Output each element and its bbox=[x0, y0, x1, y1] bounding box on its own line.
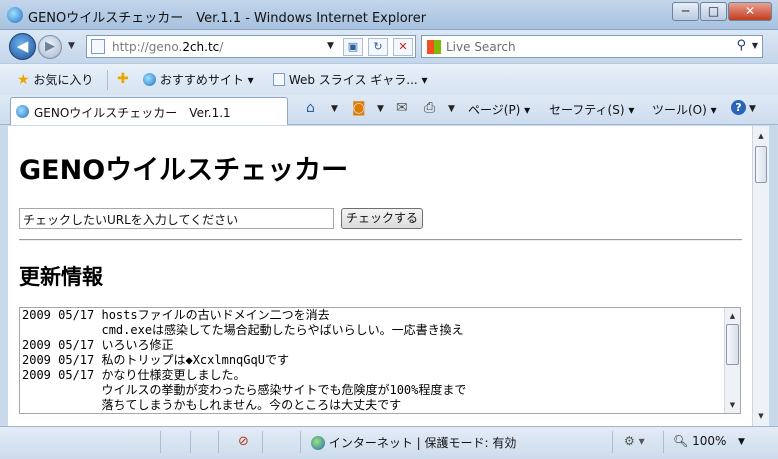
internet-zone-icon bbox=[311, 436, 325, 450]
divider bbox=[160, 431, 161, 453]
divider bbox=[612, 431, 613, 453]
url-input[interactable]: チェックしたいURLを入力してください bbox=[19, 208, 334, 229]
title-bar: GENOウイルスチェッカー Ver.1.1 - Windows Internet… bbox=[0, 0, 778, 30]
news-scroll-thumb[interactable] bbox=[726, 324, 739, 365]
divider bbox=[663, 431, 664, 453]
help-icon[interactable]: ? bbox=[731, 100, 746, 115]
ie-page-icon bbox=[143, 73, 156, 86]
back-button[interactable]: ◀ bbox=[9, 33, 36, 60]
page-title: GENOウイルスチェッカー bbox=[19, 155, 349, 186]
search-icon[interactable]: ⚲ bbox=[736, 38, 746, 53]
security-zone[interactable]: インターネット | 保護モード: 有効 bbox=[311, 434, 516, 451]
favorites-button[interactable]: ★ お気に入り bbox=[17, 71, 93, 88]
feeds-icon[interactable]: ◙ bbox=[352, 100, 366, 116]
page-content: GENOウイルスチェッカー チェックしたいURLを入力してください チェックする… bbox=[8, 126, 752, 426]
status-bar: ⊘ インターネット | 保護モード: 有効 ⚙ ▾ 🔍︎ 100% ▼ bbox=[0, 426, 778, 459]
search-box[interactable]: Live Search ⚲ ▼ bbox=[421, 35, 763, 58]
protected-mode-icon[interactable]: ⚙ ▾ bbox=[624, 434, 645, 448]
news-textarea[interactable]: 2009 05/17 hostsファイルの古いドメイン二つを消去 cmd.exe… bbox=[19, 307, 741, 414]
news-list: 2009 05/17 hostsファイルの古いドメイン二つを消去 cmd.exe… bbox=[22, 308, 722, 413]
news-line: 2009 05/17 私のトリップは◆XcxlmnqGqUです bbox=[22, 353, 289, 367]
help-dropdown-icon[interactable]: ▼ bbox=[749, 104, 756, 114]
feeds-dropdown-icon[interactable]: ▼ bbox=[377, 104, 384, 114]
scroll-up-icon[interactable]: ▲ bbox=[725, 309, 740, 323]
page-scrollbar[interactable]: ▲ ▼ bbox=[752, 126, 769, 426]
print-icon[interactable]: ⎙ bbox=[424, 100, 435, 116]
section-title: 更新情報 bbox=[19, 265, 103, 289]
zoom-control[interactable]: 🔍︎ 100% bbox=[673, 434, 726, 448]
news-line: 2009 05/17 hostsファイルの古いドメイン二つを消去 bbox=[22, 308, 330, 322]
popup-blocked-icon[interactable]: ⊘ bbox=[238, 434, 249, 449]
news-line: cmd.exeは感染してた場合起動したらやばいらしい。一応書き換え bbox=[22, 323, 464, 337]
scroll-up-icon[interactable]: ▲ bbox=[753, 128, 769, 144]
scroll-down-icon[interactable]: ▼ bbox=[753, 408, 769, 424]
tools-menu[interactable]: ツール(O) ▾ bbox=[652, 101, 717, 118]
scroll-down-icon[interactable]: ▼ bbox=[725, 398, 740, 412]
news-line: 落ちてしまうかもしれません。今のところは大丈夫です bbox=[22, 398, 402, 412]
news-scrollbar[interactable]: ▲ ▼ bbox=[724, 308, 740, 413]
address-url[interactable]: http://geno.2ch.tc/ bbox=[112, 40, 223, 54]
window-controls: ─ □ ✕ bbox=[671, 2, 772, 21]
window-frame-edge bbox=[769, 126, 778, 426]
news-line: 2009 05/17 かなり仕様変更しました。 bbox=[22, 368, 246, 382]
divider bbox=[218, 431, 219, 453]
home-dropdown-icon[interactable]: ▼ bbox=[331, 104, 338, 114]
print-dropdown-icon[interactable]: ▼ bbox=[448, 104, 455, 114]
favorite-link-web-slice[interactable]: Web スライス ギャラ... ▾ bbox=[273, 71, 428, 88]
live-search-logo-icon bbox=[427, 40, 441, 54]
search-input[interactable]: Live Search bbox=[446, 40, 516, 54]
divider bbox=[19, 239, 742, 241]
refresh-icon[interactable]: ↻ bbox=[368, 38, 388, 56]
favorites-bar: ★ お気に入り ✚ おすすめサイト ▾ Web スライス ギャラ... ▾ bbox=[0, 63, 778, 95]
forward-button[interactable]: ▶ bbox=[38, 35, 62, 59]
tab-geno[interactable]: GENOウイルスチェッカー Ver.1.1 bbox=[10, 97, 288, 125]
zoom-dropdown-icon[interactable]: ▼ bbox=[738, 437, 745, 447]
navigation-bar: ◀ ▶ ▼ http://geno.2ch.tc/ ▼ ▣ ↻ ✕ Live S… bbox=[0, 30, 778, 63]
address-dropdown-icon[interactable]: ▼ bbox=[327, 41, 334, 51]
favorite-link-recommended[interactable]: おすすめサイト ▾ bbox=[143, 71, 254, 88]
history-dropdown-icon[interactable]: ▼ bbox=[68, 41, 75, 51]
ie-page-icon bbox=[16, 105, 29, 118]
mail-icon[interactable]: ✉ bbox=[396, 100, 408, 116]
news-line: 2009 05/17 いろいろ修正 bbox=[22, 338, 174, 352]
zoom-icon: 🔍︎ bbox=[673, 434, 689, 448]
safety-menu[interactable]: セーフティ(S) ▾ bbox=[549, 101, 634, 118]
search-options-icon[interactable]: ▼ bbox=[752, 41, 758, 50]
minimize-button[interactable]: ─ bbox=[672, 2, 699, 21]
check-button[interactable]: チェックする bbox=[341, 208, 423, 229]
window-title: GENOウイルスチェッカー Ver.1.1 - Windows Internet… bbox=[28, 11, 427, 26]
home-icon[interactable]: ⌂ bbox=[306, 100, 315, 116]
web-slice-icon bbox=[273, 73, 285, 86]
page-menu[interactable]: ページ(P) ▾ bbox=[468, 101, 530, 118]
divider bbox=[300, 431, 301, 453]
favorites-star-icon: ★ bbox=[17, 72, 30, 88]
compatibility-view-icon[interactable]: ▣ bbox=[343, 38, 363, 56]
add-favorite-icon[interactable]: ✚ bbox=[117, 71, 129, 87]
divider bbox=[262, 431, 263, 453]
ie-logo-icon bbox=[7, 7, 23, 23]
tab-label: GENOウイルスチェッカー Ver.1.1 bbox=[34, 106, 231, 120]
page-icon bbox=[91, 39, 105, 54]
close-button[interactable]: ✕ bbox=[728, 2, 772, 21]
news-line: ウイルスの挙動が変わったら感染サイトでも危険度が100%程度まで bbox=[22, 383, 467, 397]
divider bbox=[107, 70, 108, 90]
address-bar[interactable]: http://geno.2ch.tc/ ▼ ▣ ↻ ✕ bbox=[86, 35, 416, 58]
tab-bar: GENOウイルスチェッカー Ver.1.1 ⌂ ▼ ◙ ▼ ✉ ⎙ ▼ ページ(… bbox=[0, 95, 778, 125]
page-scroll-thumb[interactable] bbox=[755, 146, 767, 183]
stop-icon[interactable]: ✕ bbox=[393, 38, 413, 56]
maximize-button[interactable]: □ bbox=[700, 2, 727, 21]
divider bbox=[190, 431, 191, 453]
